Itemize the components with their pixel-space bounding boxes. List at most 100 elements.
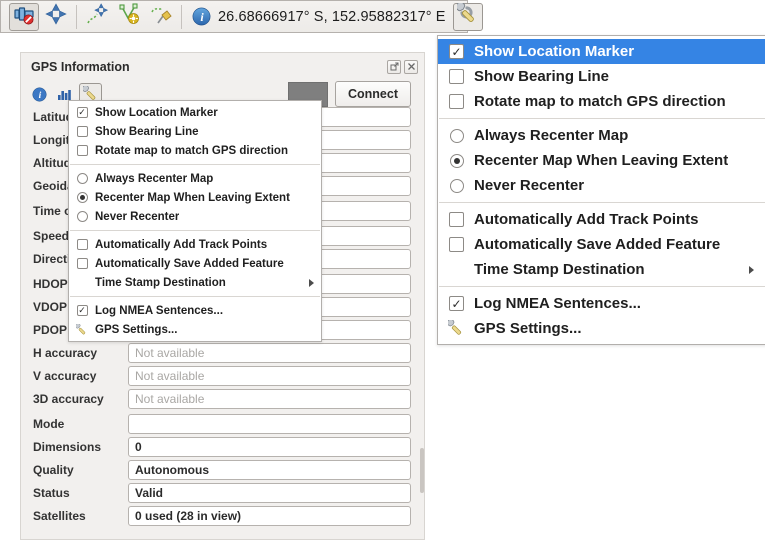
close-panel-button[interactable]: [404, 60, 418, 74]
menu-item[interactable]: Show Location Marker: [69, 103, 321, 122]
checkbox-icon: [77, 258, 88, 269]
menu-item[interactable]: Recenter Map When Leaving Extent: [69, 188, 321, 207]
menu-item[interactable]: Time Stamp Destination: [69, 273, 321, 292]
menu-separator: [439, 202, 765, 203]
menu-separator: [439, 286, 765, 287]
menu-item-label: Never Recenter: [474, 177, 584, 194]
menu-item[interactable]: Rotate map to match GPS direction: [69, 141, 321, 160]
menu-item[interactable]: Always Recenter Map: [438, 123, 765, 148]
gps-field-row: 3D accuracy: [33, 389, 411, 409]
checkbox-icon: [77, 239, 88, 250]
checkbox-icon: [77, 126, 88, 137]
reset-track-button[interactable]: [146, 3, 176, 31]
gps-field-row: H accuracy: [33, 343, 411, 363]
connect-button[interactable]: Connect: [335, 81, 411, 107]
gps-field-row: Mode: [33, 414, 411, 434]
reset-track-icon: [150, 3, 172, 30]
menu-item-label: Rotate map to match GPS direction: [474, 93, 726, 110]
recenter-on-gps-button[interactable]: [82, 3, 112, 31]
menu-item[interactable]: Automatically Save Added Feature: [69, 254, 321, 273]
menu-item-label: Always Recenter Map: [474, 127, 628, 144]
toolbar-separator: [76, 5, 77, 29]
menu-item-label: Show Location Marker: [95, 107, 218, 119]
menu-item[interactable]: Recenter Map When Leaving Extent: [438, 148, 765, 173]
gps-toolbar: i 26.68666917° S, 152.95882317° E: [0, 0, 468, 33]
menu-item[interactable]: Automatically Add Track Points: [438, 207, 765, 232]
field-label: Mode: [33, 414, 128, 434]
gps-settings-button[interactable]: [453, 3, 483, 31]
field-value-input[interactable]: [128, 460, 411, 480]
qgis-window: { "colors": { "accent": "#3584e4", "high…: [0, 0, 765, 540]
checkbox-icon: [449, 69, 464, 84]
float-panel-button[interactable]: [387, 60, 401, 74]
checkbox-icon: [449, 237, 464, 252]
menu-item[interactable]: Log NMEA Sentences...: [438, 291, 765, 316]
menu-item-label: Log NMEA Sentences...: [95, 305, 223, 317]
field-label: Satellites: [33, 506, 128, 526]
panel-title: GPS Information: [31, 60, 384, 74]
panel-titlebar: GPS Information: [21, 53, 424, 77]
menu-item[interactable]: Automatically Save Added Feature: [438, 232, 765, 257]
menu-item[interactable]: Always Recenter Map: [69, 169, 321, 188]
field-value-input[interactable]: [128, 366, 411, 386]
menu-item-label: Show Location Marker: [474, 43, 634, 60]
gps-field-row: Dimensions: [33, 437, 411, 457]
svg-text:i: i: [39, 91, 42, 101]
menu-item[interactable]: Rotate map to match GPS direction: [438, 89, 765, 114]
radio-icon: [77, 173, 88, 184]
menu-item[interactable]: Time Stamp Destination: [438, 257, 765, 282]
radio-icon: [77, 211, 88, 222]
radio-icon: [450, 179, 464, 193]
menu-item-label: Never Recenter: [95, 211, 179, 223]
menu-item[interactable]: Never Recenter: [69, 207, 321, 226]
menu-item-label: Time Stamp Destination: [474, 261, 645, 278]
wrench-icon: [448, 320, 465, 337]
gps-connect-button[interactable]: [9, 3, 39, 31]
field-value-input[interactable]: [128, 506, 411, 526]
menu-separator: [70, 230, 320, 231]
menu-item[interactable]: GPS Settings...: [69, 320, 321, 339]
checkbox-icon: [449, 44, 464, 59]
field-value-input[interactable]: [128, 437, 411, 457]
gps-field-row: Quality: [33, 460, 411, 480]
recenter-map-button[interactable]: [41, 3, 71, 31]
radio-icon: [77, 192, 88, 203]
menu-item[interactable]: Show Bearing Line: [69, 122, 321, 141]
gps-information-icon[interactable]: i: [31, 86, 48, 103]
menu-separator: [70, 164, 320, 165]
menu-item[interactable]: Automatically Add Track Points: [69, 235, 321, 254]
menu-item-label: Automatically Save Added Feature: [95, 258, 284, 270]
checkbox-icon: [449, 296, 464, 311]
menu-item-label: Automatically Add Track Points: [95, 239, 267, 251]
menu-item-label: Show Bearing Line: [474, 68, 609, 85]
menu-item[interactable]: GPS Settings...: [438, 316, 765, 341]
menu-separator: [70, 296, 320, 297]
panel-scrollbar[interactable]: [420, 448, 424, 493]
menu-item[interactable]: Show Bearing Line: [438, 64, 765, 89]
menu-item-label: Show Bearing Line: [95, 126, 199, 138]
field-label: Status: [33, 483, 128, 503]
radio-icon: [450, 154, 464, 168]
checkbox-icon: [77, 305, 88, 316]
radio-icon: [450, 129, 464, 143]
recenter-map-icon: [45, 3, 67, 30]
menu-item[interactable]: Show Location Marker: [438, 39, 765, 64]
close-icon: [407, 62, 416, 71]
gps-field-row: Status: [33, 483, 411, 503]
menu-item-label: Automatically Add Track Points: [474, 211, 699, 228]
field-value-input[interactable]: [128, 343, 411, 363]
field-label: Quality: [33, 460, 128, 480]
gps-coordinates-readout: 26.68666917° S, 152.95882317° E: [218, 9, 446, 25]
add-track-vertex-button[interactable]: [114, 3, 144, 31]
menu-item[interactable]: Never Recenter: [438, 173, 765, 198]
menu-item[interactable]: Log NMEA Sentences...: [69, 301, 321, 320]
menu-separator: [439, 118, 765, 119]
field-label: Dimensions: [33, 437, 128, 457]
menu-item-label: Automatically Save Added Feature: [474, 236, 720, 253]
field-label: V accuracy: [33, 366, 128, 386]
field-value-input[interactable]: [128, 414, 411, 434]
field-value-input[interactable]: [128, 483, 411, 503]
field-label: 3D accuracy: [33, 389, 128, 409]
float-icon: [390, 62, 399, 71]
field-value-input[interactable]: [128, 389, 411, 409]
